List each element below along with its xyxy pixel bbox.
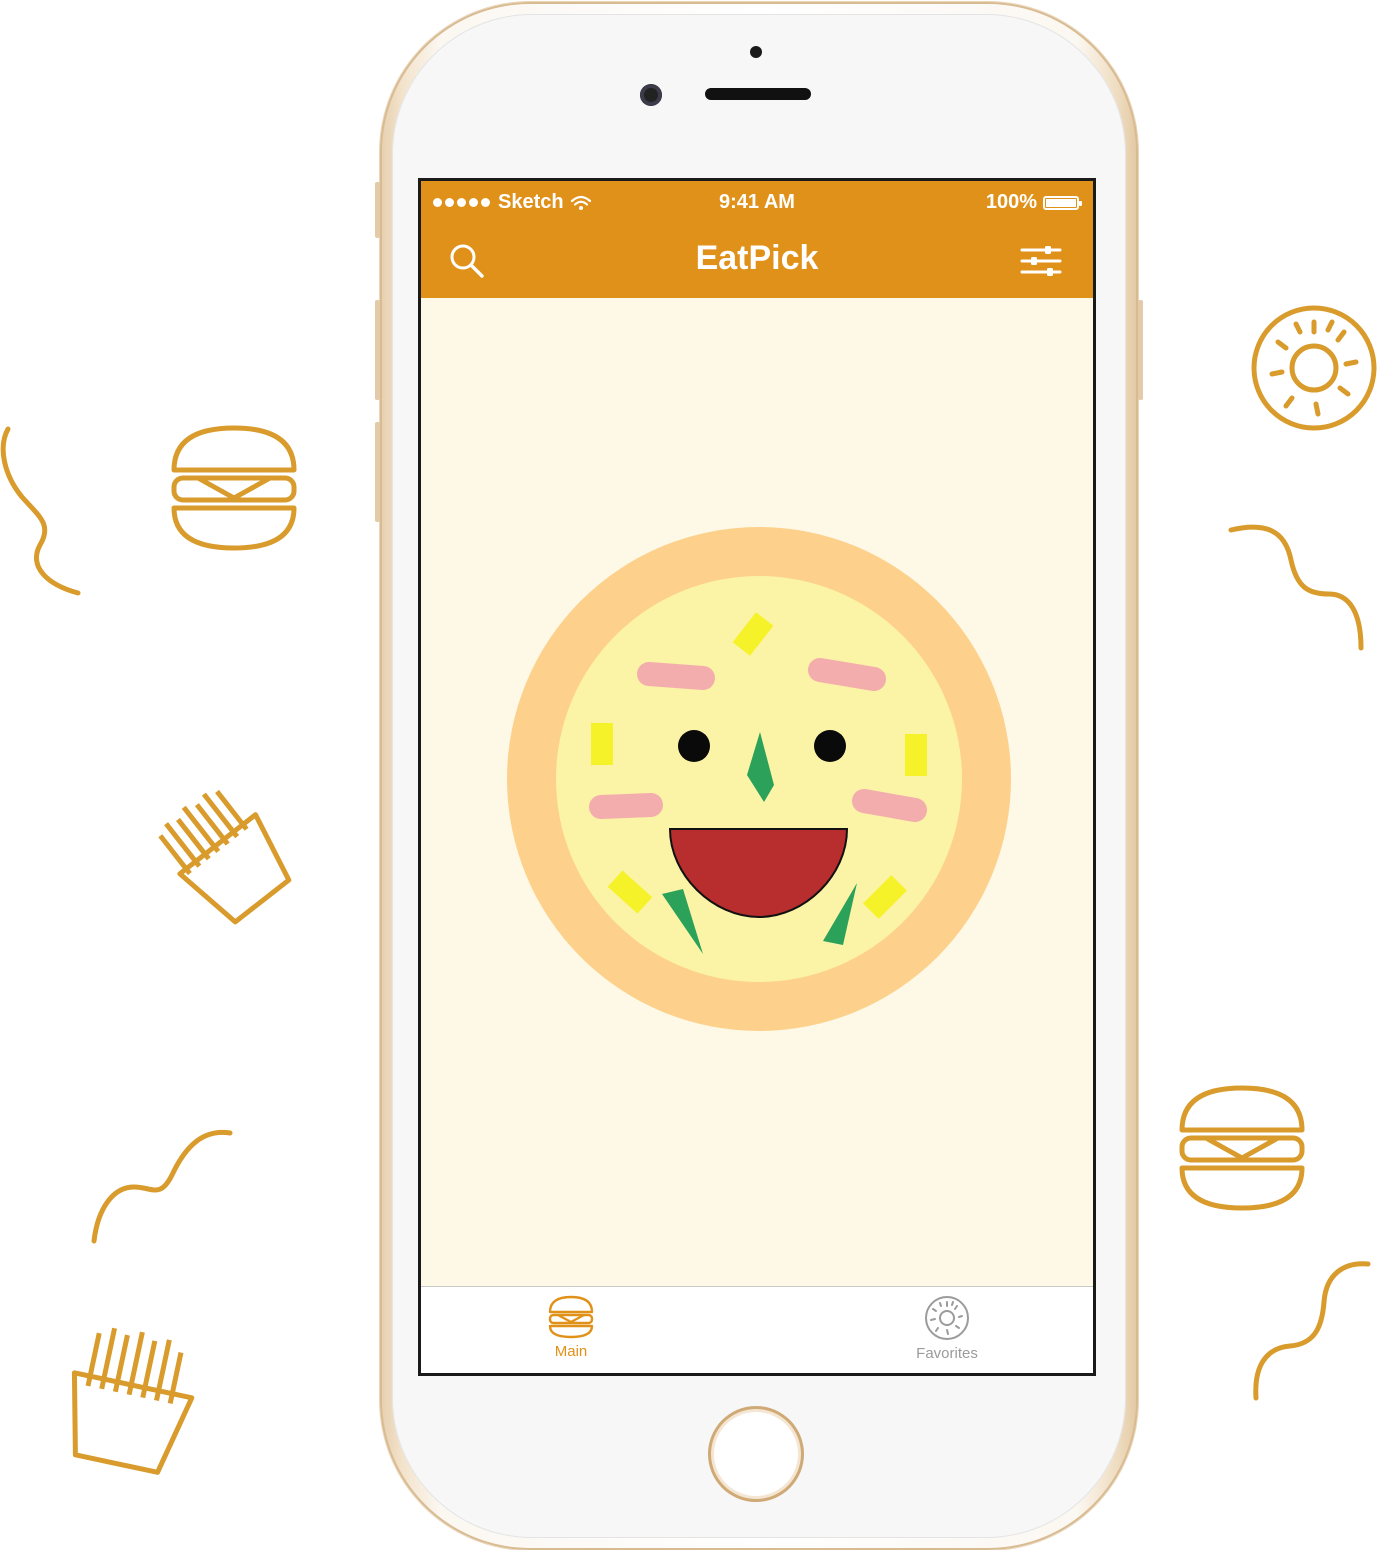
pizza-eye-right (814, 730, 846, 762)
status-right: 100% (985, 191, 1082, 214)
squiggle-doodle-right-bottom (1250, 1258, 1375, 1403)
app-window: Sketch 9:41 AM 100% EatPick Main Favorit… (421, 181, 1093, 1373)
tab-favorites[interactable]: Favorites (887, 1295, 1007, 1371)
fries-doodle-left-top (150, 780, 310, 940)
battery-percentage: 100% (985, 191, 1037, 213)
burger-icon (548, 1295, 594, 1339)
tab-bar: Main Favorites (421, 1286, 1093, 1373)
squiggle-doodle-left-bottom (90, 1125, 235, 1245)
main-content (421, 298, 1093, 1286)
pizza-eye-left (678, 730, 710, 762)
burger-doodle-right (1176, 1082, 1308, 1214)
phone-screen: Sketch 9:41 AM 100% EatPick Main Favorit… (418, 178, 1096, 1376)
burger-doodle-left (168, 422, 300, 554)
mute-switch (375, 182, 380, 238)
pizza-face-icon[interactable] (507, 527, 1011, 1031)
tab-main-label: Main (554, 1343, 588, 1360)
earpiece-speaker (705, 88, 811, 100)
donut-icon (925, 1296, 969, 1340)
navigation-bar: EatPick (421, 223, 1093, 298)
filter-button[interactable] (1019, 241, 1063, 281)
squiggle-doodle-right-top (1225, 522, 1370, 652)
power-button (1138, 300, 1143, 400)
proximity-sensor (750, 46, 762, 58)
tab-favorites-label: Favorites (916, 1345, 978, 1362)
front-camera (640, 84, 662, 106)
squiggle-doodle-left-top (0, 425, 82, 597)
home-button[interactable] (708, 1406, 804, 1502)
donut-doodle-right (1248, 302, 1378, 434)
battery-icon (1043, 195, 1082, 210)
app-title: EatPick (695, 239, 819, 277)
volume-down-button (375, 422, 380, 522)
filter-sliders-icon (1020, 246, 1062, 276)
status-bar: Sketch 9:41 AM 100% (421, 181, 1093, 223)
tab-main[interactable]: Main (511, 1295, 631, 1371)
fries-doodle-left-bottom (60, 1325, 200, 1475)
volume-up-button (375, 300, 380, 400)
